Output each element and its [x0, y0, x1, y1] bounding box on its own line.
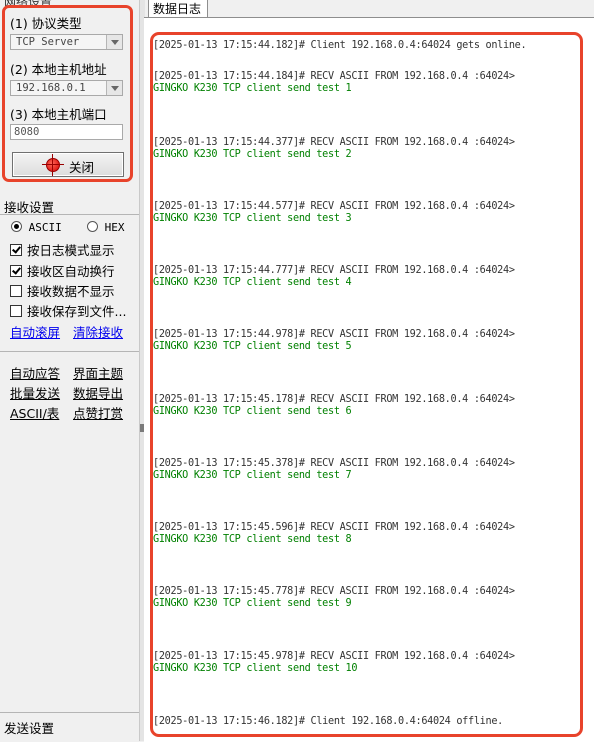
log-entry: [2025-01-13 17:15:44.777]# RECV ASCII FR… — [153, 265, 515, 289]
log-body: GINGKO K230 TCP client send test 2 — [153, 149, 352, 160]
log-body: GINGKO K230 TCP client send test 9 — [153, 598, 352, 609]
chevron-down-icon[interactable] — [106, 35, 122, 49]
checkbox[interactable] — [10, 244, 22, 256]
log-entry: [2025-01-13 17:15:46.182]# Client 192.16… — [153, 716, 503, 728]
batch-send-link[interactable]: 批量发送 — [10, 383, 60, 402]
protocol-select[interactable]: TCP Server — [10, 34, 123, 50]
log-body: GINGKO K230 TCP client send test 7 — [153, 470, 352, 481]
log-entry: [2025-01-13 17:15:45.378]# RECV ASCII FR… — [153, 458, 515, 482]
log-body: GINGKO K230 TCP client send test 8 — [153, 534, 352, 545]
log-entry: [2025-01-13 17:15:45.178]# RECV ASCII FR… — [153, 394, 515, 418]
log-entry: [2025-01-13 17:15:44.377]# RECV ASCII FR… — [153, 137, 515, 161]
export-data-link[interactable]: 数据导出 — [73, 383, 123, 402]
receive-mode-radios: ASCII HEX — [11, 221, 125, 234]
log-header: [2025-01-13 17:15:44.577]# RECV ASCII FR… — [153, 201, 515, 212]
left-panel: 网络设置 (1) 协议类型 TCP Server (2) 本地主机地址 192.… — [0, 0, 139, 741]
log-body: GINGKO K230 TCP client send test 4 — [153, 277, 352, 288]
check-label: 接收区自动换行 — [27, 264, 115, 279]
host-select[interactable]: 192.168.0.1 — [10, 80, 123, 96]
auto-scroll-link[interactable]: 自动滚屏 — [10, 322, 60, 341]
port-value: 8080 — [14, 126, 40, 138]
log-body: GINGKO K230 TCP client send test 1 — [153, 83, 352, 94]
log-header: [2025-01-13 17:15:44.184]# RECV ASCII FR… — [153, 71, 515, 82]
check-log-mode[interactable]: 按日志模式显示 — [10, 240, 115, 259]
protocol-label: (1) 协议类型 — [10, 16, 82, 31]
divider — [0, 214, 139, 215]
log-header: [2025-01-13 17:15:45.778]# RECV ASCII FR… — [153, 586, 515, 597]
log-header: [2025-01-13 17:15:45.596]# RECV ASCII FR… — [153, 522, 515, 533]
log-body: GINGKO K230 TCP client send test 5 — [153, 341, 352, 352]
clear-receive-link[interactable]: 清除接收 — [73, 322, 123, 341]
host-value: 192.168.0.1 — [16, 82, 86, 94]
check-hide-data[interactable]: 接收数据不显示 — [10, 281, 115, 300]
donate-link[interactable]: 点赞打赏 — [73, 403, 123, 422]
checkbox[interactable] — [10, 285, 22, 297]
radio-ascii-label: ASCII — [28, 221, 62, 234]
log-header: [2025-01-13 17:15:45.978]# RECV ASCII FR… — [153, 651, 515, 662]
tab-data-log[interactable]: 数据日志 — [148, 0, 208, 17]
log-header: [2025-01-13 17:15:46.182]# Client 192.16… — [153, 716, 504, 727]
theme-link[interactable]: 界面主题 — [73, 363, 123, 382]
log-entry: [2025-01-13 17:15:45.596]# RECV ASCII FR… — [153, 522, 515, 546]
log-entry: [2025-01-13 17:15:44.577]# RECV ASCII FR… — [153, 201, 515, 225]
data-log: [2025-01-13 17:15:44.182]# Client 192.16… — [153, 40, 578, 727]
check-label: 接收保存到文件... — [27, 304, 127, 319]
check-label: 按日志模式显示 — [27, 243, 115, 258]
log-entry: [2025-01-13 17:15:45.978]# RECV ASCII FR… — [153, 651, 515, 675]
auto-reply-link[interactable]: 自动应答 — [10, 363, 60, 382]
log-body: GINGKO K230 TCP client send test 10 — [153, 663, 358, 674]
close-button-label: 关闭 — [69, 160, 95, 175]
send-settings-title: 发送设置 — [4, 721, 55, 736]
log-entry: [2025-01-13 17:15:44.182]# Client 192.16… — [153, 40, 527, 52]
divider — [0, 712, 139, 713]
checkbox[interactable] — [10, 305, 22, 317]
log-entry: [2025-01-13 17:15:45.778]# RECV ASCII FR… — [153, 586, 515, 610]
tab-label: 数据日志 — [153, 2, 202, 16]
red-dot-icon — [42, 154, 64, 176]
log-entry: [2025-01-13 17:15:44.978]# RECV ASCII FR… — [153, 329, 515, 353]
log-body: GINGKO K230 TCP client send test 6 — [153, 406, 352, 417]
radio-hex-label: HEX — [104, 221, 125, 234]
check-auto-wrap[interactable]: 接收区自动换行 — [10, 261, 115, 280]
log-header: [2025-01-13 17:15:45.378]# RECV ASCII FR… — [153, 458, 515, 469]
log-header: [2025-01-13 17:15:44.978]# RECV ASCII FR… — [153, 329, 515, 340]
log-body: GINGKO K230 TCP client send test 3 — [153, 213, 352, 224]
check-save-file[interactable]: 接收保存到文件... — [10, 301, 126, 320]
close-connection-button[interactable]: 关闭 — [12, 152, 124, 177]
host-label: (2) 本地主机地址 — [10, 62, 107, 77]
port-input[interactable]: 8080 — [10, 124, 123, 140]
log-header: [2025-01-13 17:15:45.178]# RECV ASCII FR… — [153, 394, 515, 405]
log-header: [2025-01-13 17:15:44.182]# Client 192.16… — [153, 40, 527, 51]
protocol-value: TCP Server — [16, 36, 80, 48]
check-label: 接收数据不显示 — [27, 284, 115, 299]
log-header: [2025-01-13 17:15:44.377]# RECV ASCII FR… — [153, 137, 515, 148]
ascii-table-link[interactable]: ASCII/表 — [10, 403, 59, 422]
checkbox[interactable] — [10, 265, 22, 277]
log-header: [2025-01-13 17:15:44.777]# RECV ASCII FR… — [153, 265, 515, 276]
port-label: (3) 本地主机端口 — [10, 107, 107, 122]
radio-ascii[interactable] — [11, 221, 22, 232]
log-entry: [2025-01-13 17:15:44.184]# RECV ASCII FR… — [153, 71, 515, 95]
chevron-down-icon[interactable] — [106, 81, 122, 95]
divider — [0, 351, 139, 352]
radio-hex[interactable] — [87, 221, 98, 232]
